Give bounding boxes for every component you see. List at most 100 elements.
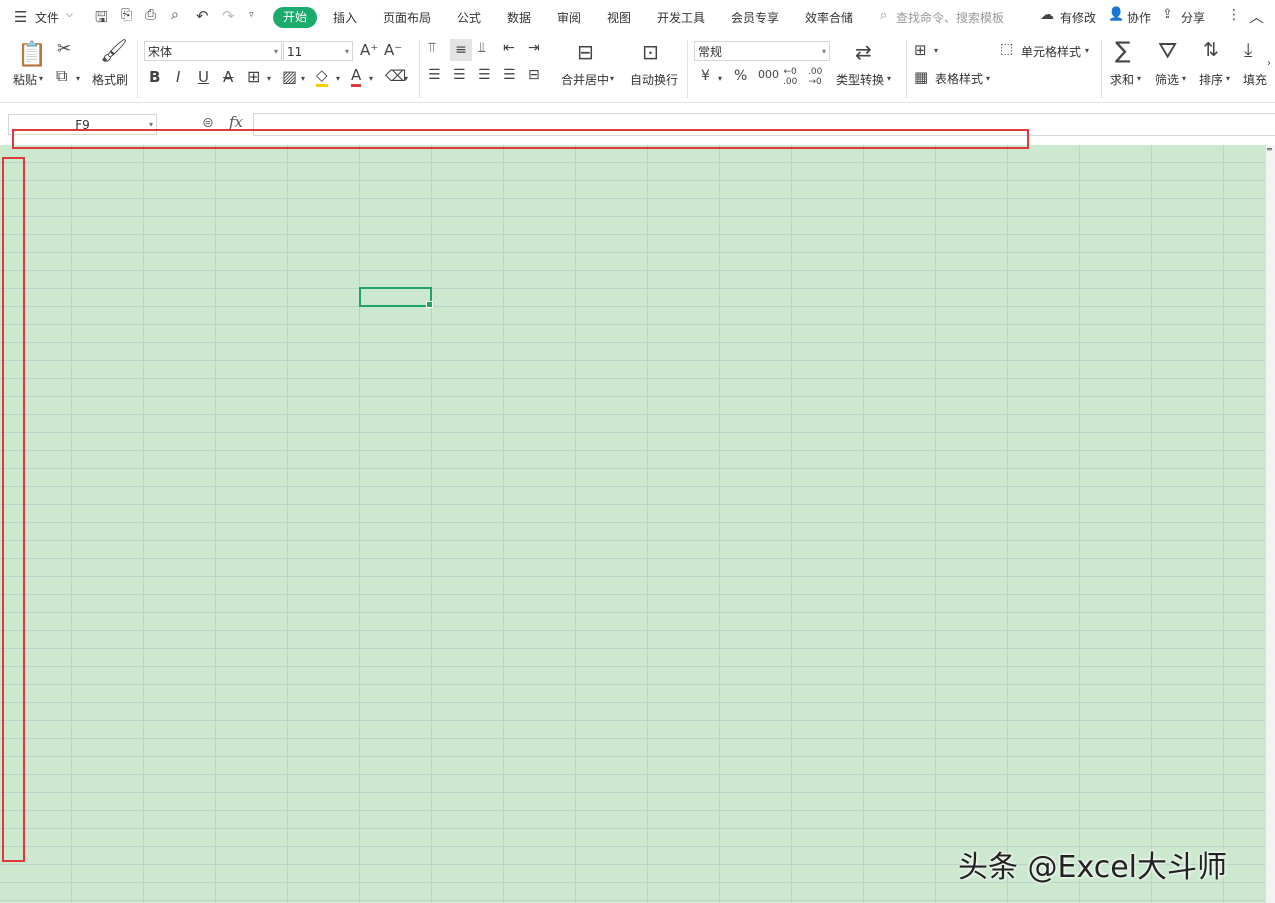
decrease-indent-icon[interactable]: ⇤ xyxy=(503,40,515,56)
decrease-font-size-icon[interactable]: A⁻ xyxy=(384,41,402,59)
dropdown-arrow-icon[interactable]: ▾ xyxy=(301,74,305,83)
align-center-icon[interactable]: ☰ xyxy=(453,67,466,83)
align-middle-icon[interactable]: ≡ xyxy=(450,39,472,61)
cell-shading-icon[interactable]: ▨ xyxy=(282,67,297,86)
align-left-icon[interactable]: ☰ xyxy=(428,67,441,83)
customize-quick-access-icon[interactable]: ▿ xyxy=(249,10,254,20)
sort-icon[interactable]: ⇅ xyxy=(1203,39,1219,61)
search-icon[interactable]: ⌕ xyxy=(880,8,887,23)
dropdown-arrow-icon[interactable]: ▾ xyxy=(404,74,408,83)
sort-button[interactable]: 排序 xyxy=(1199,71,1223,88)
dropdown-arrow-icon[interactable]: ▾ xyxy=(986,74,990,83)
dropdown-arrow-icon[interactable]: ▾ xyxy=(369,74,373,83)
tab-insert[interactable]: 插入 xyxy=(333,9,357,26)
collapse-ribbon-icon[interactable]: ︿ xyxy=(1249,6,1264,27)
dropdown-arrow-icon[interactable]: ▾ xyxy=(76,74,80,83)
export-pdf-icon[interactable]: ⎘ xyxy=(121,7,132,23)
percent-icon[interactable]: % xyxy=(734,68,747,84)
thousands-separator-icon[interactable]: 000 xyxy=(758,68,779,81)
collaborate-icon[interactable]: 👤 xyxy=(1108,7,1124,22)
copy-icon[interactable]: ⧉ xyxy=(56,66,67,86)
tab-developer[interactable]: 开发工具 xyxy=(657,9,705,26)
tab-formulas[interactable]: 公式 xyxy=(457,9,481,26)
format-painter-icon[interactable]: 🖌 xyxy=(100,39,128,64)
sum-button[interactable]: 求和 xyxy=(1110,71,1134,88)
borders-icon[interactable]: ⊞ xyxy=(247,67,260,86)
dropdown-arrow-icon[interactable]: ▾ xyxy=(336,74,340,83)
align-right-icon[interactable]: ☰ xyxy=(478,67,491,83)
cloud-sync-icon[interactable]: ☁ xyxy=(1040,7,1054,23)
cell-style-button[interactable]: 单元格样式 xyxy=(1021,43,1081,60)
font-color-icon[interactable]: A xyxy=(351,67,362,87)
tab-view[interactable]: 视图 xyxy=(607,9,631,26)
underline-icon[interactable]: U xyxy=(198,68,209,86)
increase-decimal-icon[interactable]: ←0.00 xyxy=(783,67,797,87)
bold-icon[interactable]: B xyxy=(149,68,160,86)
increase-indent-icon[interactable]: ⇥ xyxy=(528,40,540,56)
tab-data[interactable]: 数据 xyxy=(507,9,531,26)
justify-icon[interactable]: ☰ xyxy=(503,67,516,83)
table-style-button[interactable]: 表格样式 xyxy=(935,70,983,87)
dropdown-arrow-icon[interactable]: ▾ xyxy=(934,46,938,55)
print-preview-icon[interactable]: ⌕ xyxy=(171,7,179,23)
sum-icon[interactable]: ∑ xyxy=(1115,38,1131,64)
share-icon[interactable]: ⇪ xyxy=(1162,7,1173,22)
fill-color-icon[interactable]: ◇ xyxy=(316,67,328,87)
currency-icon[interactable]: ¥ xyxy=(701,68,710,84)
more-options-icon[interactable]: ⋮ xyxy=(1227,7,1241,23)
redo-icon[interactable]: ↷ xyxy=(222,7,235,25)
fill-button[interactable]: 填充 xyxy=(1243,71,1267,88)
sheet-grid[interactable] xyxy=(0,145,1265,903)
tab-review[interactable]: 审阅 xyxy=(557,9,581,26)
decrease-decimal-icon[interactable]: .00 →0 xyxy=(808,67,822,87)
dropdown-arrow-icon[interactable]: ▾ xyxy=(1137,74,1141,83)
increase-font-size-icon[interactable]: A⁺ xyxy=(360,41,378,59)
format-painter-button[interactable]: 格式刷 xyxy=(92,71,128,88)
dropdown-arrow-icon[interactable]: ▾ xyxy=(1085,46,1089,55)
share-button[interactable]: 分享 xyxy=(1181,9,1205,26)
wrap-text-button[interactable]: 自动换行 xyxy=(630,71,678,88)
chevron-down-icon[interactable]: ⌵ xyxy=(66,10,73,20)
align-bottom-icon[interactable]: ⫫ xyxy=(478,40,486,56)
type-convert-icon[interactable]: ⇄ xyxy=(855,40,872,64)
dropdown-arrow-icon[interactable]: ▾ xyxy=(610,74,614,83)
number-format-select[interactable]: 常规 ▾ xyxy=(694,41,830,61)
fill-handle[interactable] xyxy=(426,301,433,308)
tab-member[interactable]: 会员专享 xyxy=(731,9,779,26)
dropdown-arrow-icon[interactable]: ▾ xyxy=(1182,74,1186,83)
dropdown-arrow-icon[interactable]: ▾ xyxy=(1226,74,1230,83)
wrap-text-icon[interactable]: ⊡ xyxy=(642,40,659,64)
filter-button[interactable]: 筛选 xyxy=(1155,71,1179,88)
dropdown-arrow-icon[interactable]: ▾ xyxy=(718,74,722,83)
type-convert-button[interactable]: 类型转换 xyxy=(836,71,884,88)
distributed-align-icon[interactable]: ⊟ xyxy=(528,67,540,83)
font-size-select[interactable]: 11 ▾ xyxy=(283,41,353,61)
cell-style-icon[interactable]: ⬚ xyxy=(1000,41,1013,57)
filter-icon[interactable]: ⛛ xyxy=(1158,38,1177,64)
align-top-icon[interactable]: ⫪ xyxy=(428,40,436,56)
vertical-scrollbar[interactable]: ═ xyxy=(1265,145,1275,903)
hamburger-menu-icon[interactable]: ☰ xyxy=(14,8,27,26)
merge-center-icon[interactable]: ⊟ xyxy=(577,40,594,64)
scroll-ribbon-right-icon[interactable]: › xyxy=(1267,58,1271,69)
italic-icon[interactable]: I xyxy=(176,68,180,86)
changes-button[interactable]: 有修改 xyxy=(1060,9,1096,26)
table-style-icon[interactable]: ▦ xyxy=(914,68,928,86)
tab-page-layout[interactable]: 页面布局 xyxy=(383,9,431,26)
fill-icon[interactable]: ⤓ xyxy=(1244,39,1252,61)
conditional-format-icon[interactable]: ⊞ xyxy=(914,41,927,59)
dropdown-arrow-icon[interactable]: ▾ xyxy=(887,74,891,83)
font-name-select[interactable]: 宋体 ▾ xyxy=(144,41,282,61)
print-icon[interactable]: ⎙ xyxy=(145,7,156,23)
paste-icon[interactable]: 📋 xyxy=(17,40,47,68)
collaborate-button[interactable]: 协作 xyxy=(1127,9,1151,26)
undo-icon[interactable]: ↶ xyxy=(196,7,209,25)
file-menu[interactable]: 文件 xyxy=(35,9,59,26)
tab-home[interactable]: 开始 xyxy=(273,7,317,28)
tab-efficiency[interactable]: 效率合储 xyxy=(805,9,853,26)
strikethrough-icon[interactable]: A xyxy=(223,68,233,86)
merge-center-button[interactable]: 合并居中 xyxy=(561,71,609,88)
split-handle-icon[interactable]: ═ xyxy=(1267,145,1272,154)
paste-button[interactable]: 粘贴 xyxy=(13,71,37,88)
dropdown-arrow-icon[interactable]: ▾ xyxy=(39,74,43,83)
